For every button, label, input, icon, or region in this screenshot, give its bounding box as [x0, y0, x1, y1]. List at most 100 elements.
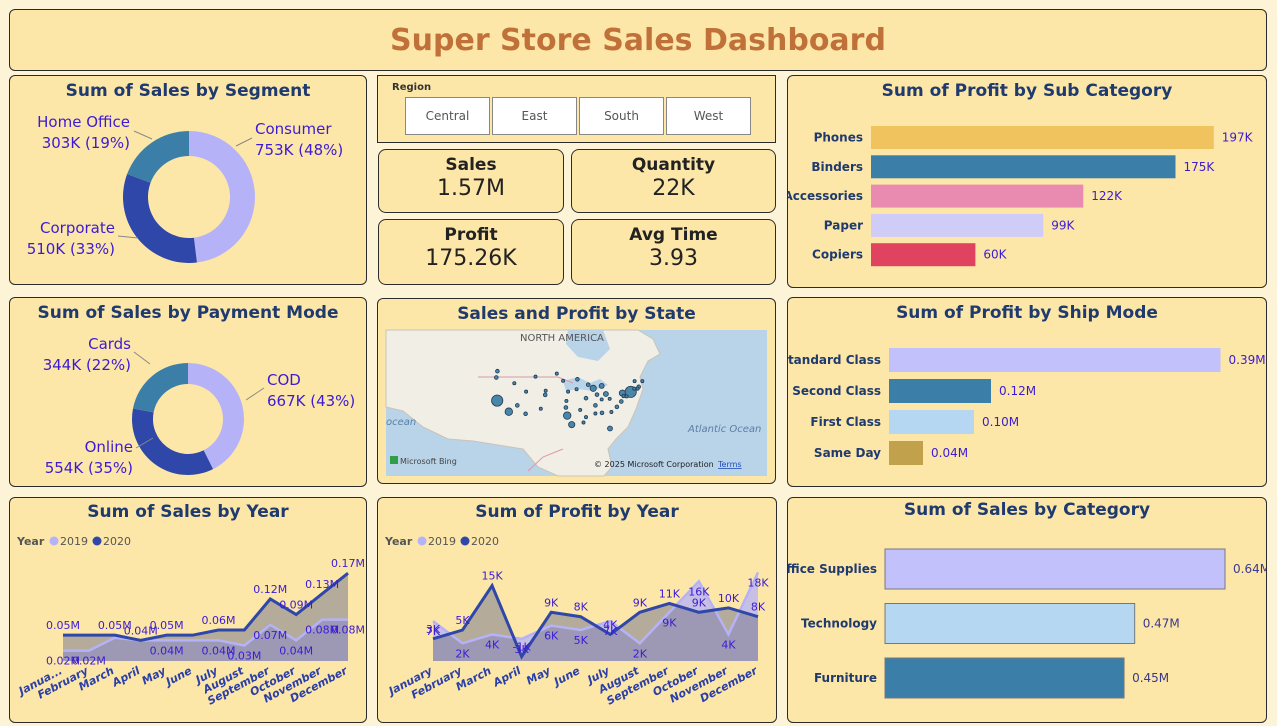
payment-donut-chart[interactable]: Cards 344K (22%) COD 667K (43%) Online 554K (… [10, 298, 367, 487]
map-dot[interactable] [632, 386, 637, 391]
map-dot[interactable] [602, 391, 609, 397]
legend-marker-2020[interactable] [460, 536, 470, 546]
map-dot[interactable] [566, 389, 571, 394]
map-dot[interactable] [563, 405, 569, 410]
region-option-west[interactable]: West [666, 97, 751, 135]
bar-technology[interactable] [884, 603, 1136, 644]
map-dot[interactable] [554, 371, 559, 376]
map-dot[interactable] [589, 384, 597, 392]
segment-donut-chart[interactable]: Home Office 303K (19%) Consumer 753K (48%) C… [10, 76, 367, 285]
map-terms-link[interactable]: Terms [717, 460, 742, 469]
region-option-east[interactable]: East [492, 97, 577, 135]
map-dot[interactable] [607, 425, 613, 432]
map-dot[interactable] [599, 397, 604, 402]
legend-label-2019[interactable]: 2019 [60, 535, 88, 548]
map-dot[interactable] [504, 407, 513, 416]
bar-standard-class[interactable] [889, 348, 1221, 372]
region-slicer[interactable]: Region Central East South West [377, 75, 776, 143]
segment-panel[interactable]: Sum of Sales by Segment Home Office 303K … [9, 75, 367, 285]
map-dot[interactable] [563, 411, 572, 420]
map-dot[interactable] [542, 392, 548, 398]
map-dot[interactable] [564, 398, 569, 403]
map-dot[interactable] [523, 411, 528, 417]
map-panel[interactable]: Sales and Profit by State NORTH AMERICA … [377, 298, 776, 484]
segment-slice-home-office[interactable] [127, 131, 189, 183]
salesyear-area-chart[interactable]: Year 2019 20200.02M0.02M0.04M 0.04M0.03M0.0… [10, 498, 367, 723]
segment-slice-consumer[interactable] [189, 131, 256, 263]
map-dot[interactable] [533, 374, 538, 379]
map-dot[interactable] [599, 410, 605, 416]
map-dot[interactable] [515, 403, 520, 408]
bar-binders[interactable] [871, 155, 1176, 179]
map-dot[interactable] [621, 394, 626, 399]
map-dot[interactable] [575, 377, 580, 382]
salesyear-panel[interactable]: Sum of Sales by Year Year 2019 2020 0.02M 0.… [9, 497, 367, 723]
map-dot[interactable] [568, 421, 576, 429]
map-dot[interactable] [593, 403, 598, 408]
category-panel[interactable]: Sum of Sales by Category Office Supplies… [787, 497, 1267, 723]
bar-furniture[interactable] [884, 657, 1125, 699]
map-dot[interactable] [561, 378, 566, 383]
legend-label-2020[interactable]: 2020 [471, 535, 499, 548]
state-map[interactable]: NORTH AMERICA ocean Atlantic Ocean Micro… [378, 299, 776, 484]
legend-title: Year [384, 535, 413, 548]
map-dot[interactable] [581, 420, 586, 425]
region-option-central[interactable]: Central [405, 97, 490, 135]
map-dot[interactable] [578, 407, 583, 412]
map-dot[interactable] [624, 394, 629, 399]
map-dot[interactable] [619, 399, 624, 404]
profityear-panel[interactable]: Sum of Profit by Year Year 2019 2020 7K 2K 4K… [377, 497, 777, 723]
map-dot[interactable] [593, 411, 598, 416]
bar-phones[interactable] [871, 126, 1214, 149]
bar-same-day[interactable] [889, 441, 923, 465]
region-option-south[interactable]: South [579, 97, 664, 135]
map-dot[interactable] [594, 392, 600, 397]
map-dot[interactable] [609, 410, 614, 414]
bar-office-supplies[interactable] [884, 548, 1226, 590]
map-dot[interactable] [585, 382, 591, 387]
bing-logo [390, 456, 398, 464]
shipmode-bar-chart[interactable]: Standard Class 0.39M Second Class 0.12M Firs… [788, 298, 1267, 487]
map-dot[interactable] [583, 395, 589, 401]
legend-marker-2020[interactable] [92, 536, 102, 546]
category-bar-chart[interactable]: Office Supplies 0.64M Technology 0.47M Furni… [788, 498, 1267, 723]
subcat-bar-chart[interactable]: Phones 197K Binders 175K Accessories 122K Pape… [788, 76, 1267, 288]
bar-category-label: Paper [824, 218, 863, 232]
data-label-2019: 0.02M [72, 655, 106, 668]
map-dot[interactable] [538, 406, 543, 411]
bar-accessories[interactable] [871, 184, 1084, 208]
payment-slice-cards[interactable] [133, 363, 188, 413]
bar-second-class[interactable] [889, 379, 991, 403]
legend-label-2019[interactable]: 2019 [428, 535, 456, 548]
map-dot[interactable] [635, 386, 640, 391]
bar-category-label: Accessories [788, 189, 863, 203]
legend-label-2020[interactable]: 2020 [103, 535, 131, 548]
map-dot[interactable] [607, 396, 612, 401]
subcat-panel[interactable]: Sum of Profit by Sub Category Phones 197K… [787, 75, 1267, 288]
legend-marker-2019[interactable] [49, 536, 59, 546]
map-dot[interactable] [495, 368, 500, 374]
map-dot[interactable] [598, 383, 605, 389]
payment-slice-online[interactable] [132, 408, 214, 475]
map-dot[interactable] [543, 388, 548, 393]
data-label-2020: 8K [574, 601, 589, 614]
map-dot[interactable] [632, 379, 637, 384]
map-dot[interactable] [614, 404, 620, 410]
bar-paper[interactable] [871, 213, 1044, 237]
segment-slice-corporate[interactable] [123, 174, 197, 263]
x-tick-label: April [109, 664, 142, 690]
map-dot[interactable] [584, 415, 588, 420]
map-dot[interactable] [494, 375, 499, 380]
bar-first-class[interactable] [889, 410, 974, 434]
map-dot[interactable] [640, 379, 645, 384]
map-dot[interactable] [574, 387, 579, 392]
payment-panel[interactable]: Sum of Sales by Payment Mode Cards 344K (… [9, 297, 367, 487]
map-dot[interactable] [512, 381, 517, 386]
shipmode-panel[interactable]: Sum of Profit by Ship Mode Standard Clas… [787, 297, 1267, 487]
bar-copiers[interactable] [871, 243, 976, 267]
map-dot[interactable] [524, 389, 529, 394]
legend-marker-2019[interactable] [417, 536, 427, 546]
map-dot[interactable] [491, 394, 504, 407]
kpi-profit-label: Profit [444, 225, 498, 245]
profityear-area-chart[interactable]: Year 2019 20207K2K4K 3K6K 5K7K2K9K16K4K18K3K… [378, 498, 777, 723]
